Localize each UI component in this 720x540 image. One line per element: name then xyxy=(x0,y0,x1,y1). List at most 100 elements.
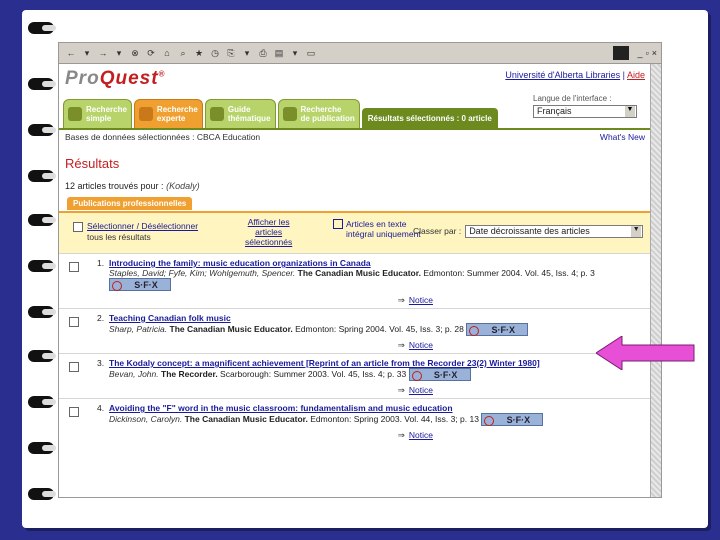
university-link[interactable]: Université d'Alberta Libraries xyxy=(505,70,620,80)
toolbar-icon[interactable]: ⌂ xyxy=(161,47,173,59)
toolbar-icon[interactable]: ← xyxy=(65,47,77,59)
result-citation: Bevan, John. The Recorder. Scarborough: … xyxy=(109,368,645,381)
logo-prefix: Pro xyxy=(65,68,100,89)
tab-recherche-publication[interactable]: Recherche de publication xyxy=(277,99,360,128)
scrollbar[interactable] xyxy=(650,64,661,497)
result-details: Edmonton: Summer 2004. Vol. 45, Iss. 4; … xyxy=(420,268,595,278)
binder-ring xyxy=(28,124,56,136)
result-details: Edmonton: Spring 2004. Vol. 45, Iss. 3; … xyxy=(292,323,464,334)
toolbar-icon[interactable]: ★ xyxy=(193,47,205,59)
notice-icon: ⇒ xyxy=(397,430,405,440)
selected-databases: Bases de données sélectionnées : CBCA Ed… xyxy=(65,132,261,142)
results-action-bar: Sélectionner / Désélectionner tous les r… xyxy=(59,211,651,253)
search-icon xyxy=(138,107,153,121)
notice-icon: ⇒ xyxy=(397,385,405,395)
tab-guide-thematique[interactable]: Guide thématique xyxy=(204,99,276,128)
tab-publications-professionnelles[interactable]: Publications professionnelles xyxy=(67,197,193,210)
database-line: Bases de données sélectionnées : CBCA Ed… xyxy=(59,128,651,146)
result-number: 3. xyxy=(97,358,105,368)
toolbar-icon[interactable]: ▤ xyxy=(273,47,285,59)
whats-new-link[interactable]: What's New xyxy=(600,132,645,144)
toolbar-icon[interactable]: ◷ xyxy=(209,47,221,59)
result-title-link[interactable]: The Kodaly concept: a magnificent achiev… xyxy=(109,358,540,368)
link-separator: | xyxy=(620,70,627,80)
binder-ring xyxy=(28,78,56,90)
result-details: Edmonton: Spring 2003. Vol. 44, Iss. 3; … xyxy=(307,413,479,424)
show-selected-label: Afficher les articles sélectionnés xyxy=(245,217,293,247)
close-button[interactable]: × xyxy=(652,48,657,58)
language-select[interactable]: Français xyxy=(533,105,637,118)
fulltext-label: Articles en texte intégral uniquement xyxy=(346,219,421,239)
toolbar-icon[interactable]: ⎘ xyxy=(225,47,237,59)
result-checkbox[interactable] xyxy=(69,262,79,272)
binder-ring xyxy=(28,350,56,362)
window-controls: _ ▫ × xyxy=(612,46,661,60)
select-all-sub: tous les résultats xyxy=(87,231,151,242)
toolbar-icon[interactable]: ▾ xyxy=(113,47,125,59)
select-all-checkbox[interactable] xyxy=(73,221,83,232)
toolbar-icon[interactable]: ▾ xyxy=(289,47,301,59)
sort-select[interactable]: Date décroissante des articles xyxy=(465,225,644,238)
fulltext-only[interactable]: Articles en texte intégral uniquement xyxy=(333,219,421,239)
result-row: 3. The Kodaly concept: a magnificent achi… xyxy=(59,353,651,398)
binder-ring xyxy=(28,260,56,272)
result-number: 2. xyxy=(97,313,105,323)
maximize-button[interactable]: ▫ xyxy=(646,48,649,58)
result-row: 1. Introducing the family: music educatio… xyxy=(59,253,651,308)
toolbar-icon[interactable]: ⎙ xyxy=(257,47,269,59)
notice-link[interactable]: ⇒ Notice xyxy=(109,295,645,306)
toolbar-icon[interactable]: ⟳ xyxy=(145,47,157,59)
tab-selected-results[interactable]: Résultats sélectionnés : 0 article xyxy=(361,108,498,128)
toolbar-icon[interactable]: → xyxy=(97,47,109,59)
result-checkbox[interactable] xyxy=(69,362,79,372)
result-title-link[interactable]: Introducing the family: music education … xyxy=(109,258,371,268)
notice-link[interactable]: ⇒ Notice xyxy=(109,385,645,396)
language-label: Langue de l'interface : xyxy=(533,94,612,103)
notice-label: Notice xyxy=(408,340,433,350)
result-count: 12 articles trouvés pour : (Kodaly) xyxy=(65,181,651,191)
result-authors: Staples, David; Fyfe, Kim; Wohlgemuth, S… xyxy=(109,268,296,278)
notice-link[interactable]: ⇒ Notice xyxy=(109,430,645,441)
query-text: (Kodaly) xyxy=(166,181,200,191)
result-checkbox[interactable] xyxy=(69,407,79,417)
result-citation: Dickinson, Carolyn. The Canadian Music E… xyxy=(109,413,645,426)
pointer-arrow xyxy=(596,336,695,370)
browser-screenshot: ← ▾ → ▾ ⊗ ⟳ ⌂ ⌕ ★ ◷ ⎘ ▾ ⎙ ▤ ▾ ▭ _ ▫ × ProQuest® Univers… xyxy=(58,42,662,498)
binder-ring xyxy=(28,170,56,182)
sfx-button[interactable]: S·F·X xyxy=(466,323,529,336)
proquest-logo[interactable]: ProQuest® xyxy=(65,68,165,90)
result-authors: Bevan, John. xyxy=(109,368,159,379)
toolbar-icon[interactable]: ▾ xyxy=(81,47,93,59)
notice-icon: ⇒ xyxy=(397,340,405,350)
select-all-link[interactable]: Sélectionner / Désélectionner xyxy=(87,221,198,231)
result-authors: Sharp, Patricia. xyxy=(109,323,168,334)
result-source: The Canadian Music Educator. xyxy=(184,413,308,424)
minimize-button[interactable]: _ xyxy=(638,48,643,58)
select-all: Sélectionner / Désélectionner tous les r… xyxy=(73,221,198,242)
result-title-link[interactable]: Teaching Canadian folk music xyxy=(109,313,231,323)
tab-recherche-simple[interactable]: Recherche simple xyxy=(63,99,132,128)
result-number: 1. xyxy=(97,258,105,268)
sfx-button[interactable]: S·F·X xyxy=(408,368,471,381)
sfx-button[interactable]: S·F·X xyxy=(481,413,544,426)
result-number: 4. xyxy=(97,403,105,413)
result-checkbox[interactable] xyxy=(69,317,79,327)
show-selected-link[interactable]: Afficher les articles sélectionnés xyxy=(245,217,292,247)
toolbar-icon[interactable]: ▭ xyxy=(305,47,317,59)
sort-label: Classer par : xyxy=(413,225,462,236)
toolbar-icon[interactable]: ▾ xyxy=(241,47,253,59)
guide-icon xyxy=(209,107,224,121)
sort-control: Classer par : Date décroissante des artic… xyxy=(413,225,644,238)
toolbar-icon[interactable]: ⌕ xyxy=(177,47,189,59)
result-title-link[interactable]: Avoiding the "F" word in the music class… xyxy=(109,403,453,413)
sfx-button[interactable]: S·F·X xyxy=(109,278,171,291)
tab-recherche-experte[interactable]: Recherche experte xyxy=(133,99,203,128)
aide-link[interactable]: Aide xyxy=(627,70,645,80)
toolbar-icon[interactable]: ⊗ xyxy=(129,47,141,59)
results-list: 1. Introducing the family: music educatio… xyxy=(59,253,651,443)
toolbar-icons: ← ▾ → ▾ ⊗ ⟳ ⌂ ⌕ ★ ◷ ⎘ ▾ ⎙ ▤ ▾ ▭ xyxy=(65,47,317,59)
binder-ring xyxy=(28,214,56,226)
notice-link[interactable]: ⇒ Notice xyxy=(109,340,645,351)
fulltext-icon xyxy=(333,219,343,229)
result-source: The Recorder. xyxy=(161,368,218,379)
